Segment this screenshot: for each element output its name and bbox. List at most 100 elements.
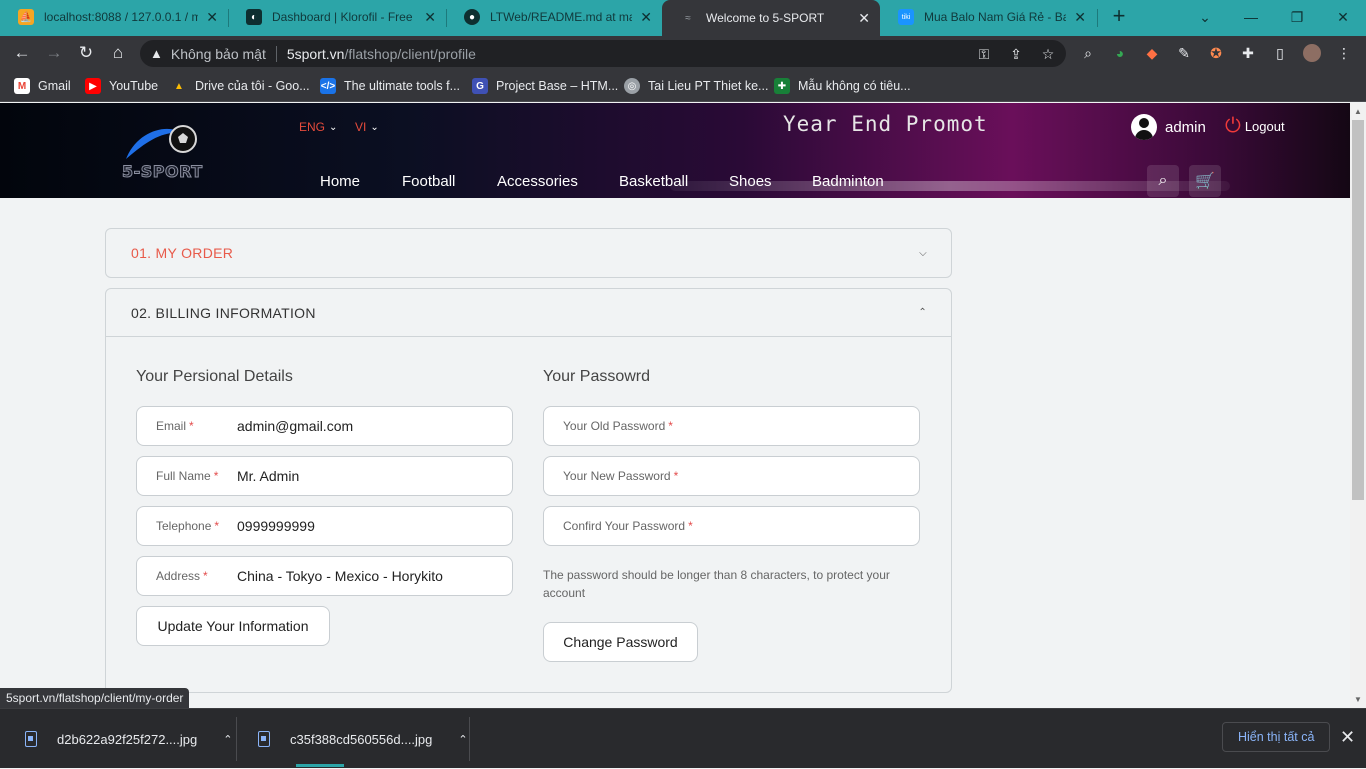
bookmark-youtube[interactable]: ▶ YouTube bbox=[85, 76, 158, 96]
cookie-icon[interactable]: ✪ bbox=[1207, 44, 1225, 62]
user-menu[interactable]: admin bbox=[1131, 114, 1206, 140]
bookmark-gmail[interactable]: M Gmail bbox=[14, 76, 71, 96]
tab-title: LTWeb/README.md at maste bbox=[490, 10, 633, 24]
billing-header[interactable]: 02. BILLING INFORMATION ⌃ bbox=[106, 289, 951, 337]
new-password-field[interactable]: Your New Password * bbox=[543, 456, 920, 496]
profile-avatar-icon[interactable] bbox=[1303, 44, 1321, 62]
bookmark-sheets[interactable]: ✚ Mẫu không có tiêu... bbox=[774, 76, 911, 96]
search-button[interactable]: ⌕ bbox=[1147, 165, 1179, 197]
url-host[interactable]: 5sport.vn bbox=[287, 46, 345, 62]
close-tab-icon[interactable]: ✕ bbox=[858, 10, 870, 27]
scroll-down-icon[interactable]: ▼ bbox=[1354, 695, 1362, 704]
cart-button[interactable]: 🛒 bbox=[1189, 165, 1221, 197]
warning-icon[interactable]: ▲ bbox=[150, 46, 163, 61]
site-logo[interactable]: 5-SPORT bbox=[122, 121, 217, 182]
puzzle-icon[interactable]: ✚ bbox=[1239, 44, 1257, 62]
scroll-thumb[interactable] bbox=[1352, 120, 1364, 500]
scroll-up-icon[interactable]: ▲ bbox=[1354, 107, 1362, 116]
change-password-button[interactable]: Change Password bbox=[543, 622, 698, 662]
chevron-up-icon[interactable]: ⌃ bbox=[458, 733, 467, 746]
address-bar[interactable]: ▲ Không bảo mật 5sport.vn /flatshop/clie… bbox=[140, 40, 1066, 67]
nav-basketball[interactable]: Basketball bbox=[619, 173, 688, 190]
my-order-section[interactable]: 01. MY ORDER ⌵ bbox=[105, 228, 952, 278]
pen-icon[interactable]: ✎ bbox=[1175, 44, 1193, 62]
address-value[interactable]: China - Tokyo - Mexico - Horykito bbox=[237, 568, 443, 584]
tab-tiki[interactable]: tiki Mua Balo Nam Giá Rẻ - Balo ✕ bbox=[880, 0, 1096, 34]
full-name-field[interactable]: Full Name * Mr. Admin bbox=[136, 456, 513, 496]
field-label: Telephone * bbox=[156, 519, 220, 533]
url-path[interactable]: /flatshop/client/profile bbox=[344, 46, 476, 62]
tab-divider bbox=[1097, 9, 1098, 27]
full-name-value[interactable]: Mr. Admin bbox=[237, 468, 299, 484]
telephone-value[interactable]: 0999999999 bbox=[237, 518, 315, 534]
minimize-button[interactable]: — bbox=[1228, 0, 1274, 34]
my-order-header[interactable]: 01. MY ORDER ⌵ bbox=[106, 229, 951, 277]
tab-search-button[interactable]: ⌄ bbox=[1182, 0, 1228, 34]
download-filename: d2b622a92f25f272....jpg bbox=[57, 731, 198, 747]
ball-logo-icon bbox=[126, 125, 197, 159]
language-eng[interactable]: ENG ⌄ bbox=[299, 120, 337, 134]
nav-football[interactable]: Football bbox=[402, 173, 455, 190]
password-heading: Your Passowrd bbox=[543, 368, 651, 385]
section-title: 01. MY ORDER bbox=[131, 245, 234, 261]
bookmark-tai-lieu[interactable]: ◎ Tai Lieu PT Thiet ke... bbox=[624, 76, 768, 96]
security-label[interactable]: Không bảo mật bbox=[171, 46, 266, 62]
nav-home[interactable]: Home bbox=[320, 173, 360, 190]
maximize-button[interactable]: ❐ bbox=[1274, 0, 1320, 34]
close-tab-icon[interactable]: ✕ bbox=[640, 9, 652, 26]
chevron-down-icon[interactable]: ⌵ bbox=[919, 248, 927, 259]
field-label: Confird Your Password * bbox=[563, 519, 693, 533]
show-all-downloads-button[interactable]: Hiển thị tất cả bbox=[1222, 722, 1331, 752]
side-panel-icon[interactable]: ▯ bbox=[1271, 44, 1289, 62]
tab-klorofil[interactable]: ◐ Dashboard | Klorofil - Free Bo ✕ bbox=[228, 0, 446, 34]
logo-text: 5-SPORT bbox=[122, 162, 203, 182]
search-icon: ⌕ bbox=[1158, 172, 1168, 189]
bookmark-ultimate-tools[interactable]: </> The ultimate tools f... bbox=[320, 76, 460, 96]
update-info-button[interactable]: Update Your Information bbox=[136, 606, 330, 646]
color-extension-icon[interactable]: ◕ bbox=[1111, 44, 1129, 62]
bookmark-star-icon[interactable]: ☆ bbox=[1039, 45, 1057, 63]
download-item[interactable]: d2b622a92f25f272....jpg ⌃ bbox=[25, 709, 232, 769]
key-icon[interactable]: ⚿ bbox=[975, 45, 993, 63]
logout-link[interactable]: ⏻ Logout bbox=[1225, 116, 1285, 136]
nav-accessories[interactable]: Accessories bbox=[497, 173, 578, 190]
tab-github[interactable]: ● LTWeb/README.md at maste ✕ bbox=[446, 0, 662, 34]
nav-shoes[interactable]: Shoes bbox=[729, 173, 772, 190]
address-field[interactable]: Address * China - Tokyo - Mexico - Horyki… bbox=[136, 556, 513, 596]
close-shelf-icon[interactable]: ✕ bbox=[1340, 727, 1355, 748]
chevron-up-icon[interactable]: ⌃ bbox=[223, 733, 232, 746]
page-scrollbar[interactable]: ▲ ▼ bbox=[1350, 103, 1366, 708]
download-filename: c35f388cd560556d....jpg bbox=[290, 731, 433, 747]
bookmark-label: Mẫu không có tiêu... bbox=[798, 79, 911, 93]
close-tab-icon[interactable]: ✕ bbox=[1074, 9, 1086, 26]
telephone-field[interactable]: Telephone * 0999999999 bbox=[136, 506, 513, 546]
bookmark-project-base[interactable]: G Project Base – HTM... bbox=[472, 76, 618, 96]
email-value[interactable]: admin@gmail.com bbox=[237, 418, 353, 434]
lens-icon[interactable]: ⌕ bbox=[1079, 44, 1097, 62]
old-password-field[interactable]: Your Old Password * bbox=[543, 406, 920, 446]
bookmark-label: YouTube bbox=[109, 79, 159, 93]
extension-icon[interactable]: ◆ bbox=[1143, 44, 1161, 62]
bookmark-drive[interactable]: ▲ Drive của tôi - Goo... bbox=[171, 76, 310, 96]
shelf-divider bbox=[236, 717, 237, 761]
personal-details-heading: Your Persional Details bbox=[136, 368, 293, 385]
forward-icon[interactable]: → bbox=[42, 42, 66, 64]
menu-icon[interactable]: ⋮ bbox=[1335, 44, 1353, 62]
email-field[interactable]: Email * admin@gmail.com bbox=[136, 406, 513, 446]
close-tab-icon[interactable]: ✕ bbox=[424, 9, 436, 26]
language-vi[interactable]: VI ⌄ bbox=[355, 120, 379, 134]
nav-badminton[interactable]: Badminton bbox=[812, 173, 884, 190]
bookmark-label: The ultimate tools f... bbox=[344, 79, 461, 93]
chevron-up-icon[interactable]: ⌃ bbox=[918, 307, 927, 318]
close-tab-icon[interactable]: ✕ bbox=[206, 9, 218, 26]
download-item[interactable]: c35f388cd560556d....jpg ⌃ bbox=[258, 709, 468, 769]
close-window-button[interactable]: ✕ bbox=[1320, 0, 1366, 34]
tab-5sport[interactable]: ≈ Welcome to 5-SPORT ✕ bbox=[662, 0, 880, 36]
home-icon[interactable]: ⌂ bbox=[106, 42, 130, 64]
share-icon[interactable]: ⇪ bbox=[1007, 45, 1025, 63]
reload-icon[interactable]: ↻ bbox=[74, 42, 98, 64]
new-tab-button[interactable]: + bbox=[1108, 5, 1130, 28]
back-icon[interactable]: ← bbox=[10, 42, 34, 64]
confirm-password-field[interactable]: Confird Your Password * bbox=[543, 506, 920, 546]
tab-phpmyadmin[interactable]: ⛵ localhost:8088 / 127.0.0.1 / m ✕ bbox=[0, 0, 228, 34]
